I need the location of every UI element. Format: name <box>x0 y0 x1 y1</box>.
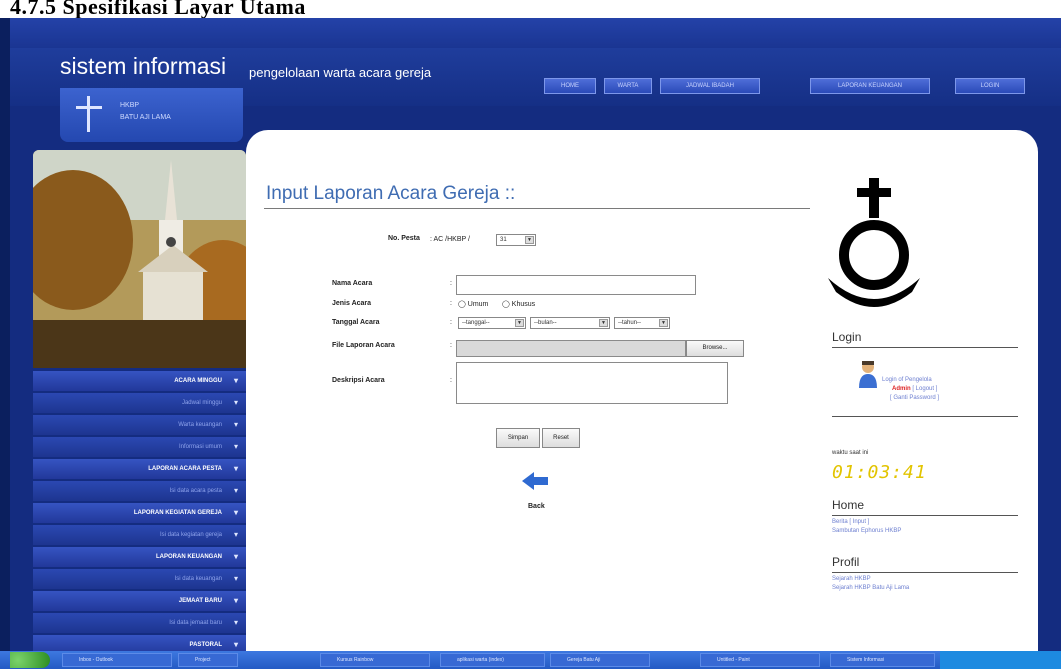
chevron-down-icon: ▾ <box>233 486 238 495</box>
back-arrow-icon[interactable] <box>522 472 550 490</box>
waktu-label: waktu saat ini <box>832 450 869 456</box>
chevron-down-icon: ▾ <box>233 530 238 539</box>
chevron-down-icon: ▾ <box>233 442 238 451</box>
admin-label: Admin <box>892 386 911 392</box>
no-pesta-prefix: : AC /HKBP / <box>430 236 470 243</box>
logo-line-1: HKBP <box>120 102 140 109</box>
tanggal-year-select[interactable]: --tahun-- ▼ <box>614 317 670 329</box>
sejarah-batu-aji-link[interactable]: Sejarah HKBP Batu Aji Lama <box>832 585 909 591</box>
taskbar-item[interactable]: Gereja Batu Aji <box>550 653 650 667</box>
radio-khusus[interactable]: ◯ Khusus <box>502 300 535 308</box>
chevron-down-icon: ▾ <box>233 508 238 517</box>
user-avatar-icon <box>859 361 877 388</box>
chevron-down-icon: ▾ <box>233 618 238 627</box>
chevron-down-icon: ▾ <box>233 420 238 429</box>
nama-acara-label: Nama Acara <box>332 280 373 287</box>
nav-home[interactable]: HOME <box>544 78 596 94</box>
deskripsi-label: Deskripsi Acara <box>332 377 385 384</box>
nav-jadwal[interactable]: JADWAL IBADAH <box>660 78 760 94</box>
main-content: Input Laporan Acara Gereja :: No. Pesta … <box>246 130 1038 651</box>
login-title: Login <box>832 330 862 344</box>
no-pesta-label: No. Pesta <box>388 235 420 242</box>
logo-line-2: BATU AJI LAMA <box>120 114 171 121</box>
church-photo <box>33 150 246 368</box>
taskbar-item[interactable]: Inbox - Outlook <box>62 653 172 667</box>
svg-text:H K B P: H K B P <box>861 291 887 298</box>
berita-link[interactable]: Berita [ Input ] <box>832 519 869 525</box>
taskbar-item[interactable]: Sistem Informasi <box>830 653 935 667</box>
nav-keuangan[interactable]: LAPORAN KEUANGAN <box>810 78 930 94</box>
logout-link[interactable]: [ Logout ] <box>912 386 937 392</box>
document-caption: 4.7.5 Spesifikasi Layar Utama <box>0 0 1061 20</box>
sidebar-item-laporan-pesta[interactable]: LAPORAN ACARA PESTA ▾ <box>33 459 246 479</box>
top-bar <box>10 18 1061 48</box>
tanggal-month-select[interactable]: --bulan-- ▼ <box>530 317 610 329</box>
jenis-acara-label: Jenis Acara <box>332 300 372 307</box>
home-title: Home <box>832 498 865 512</box>
chevron-down-icon: ▼ <box>599 319 608 327</box>
nav-warta[interactable]: WARTA <box>604 78 652 94</box>
back-label[interactable]: Back <box>528 503 545 510</box>
system-tray <box>940 651 1061 669</box>
profil-title: Profil <box>832 555 860 569</box>
taskbar-item[interactable]: Untitled - Paint <box>700 653 820 667</box>
start-button[interactable] <box>10 652 50 668</box>
chevron-down-icon: ▼ <box>515 319 524 327</box>
sidebar-item-informasi-umum[interactable]: Informasi umum ▾ <box>33 437 246 457</box>
tanggal-acara-label: Tanggal Acara <box>332 319 380 326</box>
reset-button[interactable]: Reset <box>542 428 580 448</box>
sambutan-link[interactable]: Sambutan Ephorus HKBP <box>832 528 901 534</box>
sidebar-item-warta-keuangan[interactable]: Warta keuangan ▾ <box>33 415 246 435</box>
sidebar-item-jadwal-minggu[interactable]: Jadwal minggu ▾ <box>33 393 246 413</box>
no-pesta-select[interactable]: 31 ▼ <box>496 234 536 246</box>
chevron-down-icon: ▾ <box>233 376 238 385</box>
cross-icon <box>76 96 102 132</box>
chevron-down-icon: ▾ <box>233 552 238 561</box>
nama-colon: : <box>450 280 452 287</box>
tanggal-colon: : <box>450 319 452 326</box>
sidebar-item-isi-keuangan[interactable]: Isi data keuangan ▾ <box>33 569 246 589</box>
taskbar-item[interactable]: Project <box>178 653 238 667</box>
sidebar-item-isi-jemaat[interactable]: Isi data jemaat baru ▾ <box>33 613 246 633</box>
site-logo: HKBP BATU AJI LAMA <box>60 88 243 142</box>
nav-login[interactable]: LOGIN <box>955 78 1025 94</box>
simpan-button[interactable]: Simpan <box>496 428 540 448</box>
title-divider <box>264 208 810 209</box>
deskripsi-textarea[interactable] <box>456 362 728 404</box>
chevron-down-icon: ▾ <box>233 596 238 605</box>
login-user-text: Login of Pengelola <box>882 377 932 383</box>
windows-taskbar: Inbox - Outlook Project Kursus Rainbow a… <box>0 651 1061 669</box>
chevron-down-icon: ▾ <box>233 464 238 473</box>
file-path-input[interactable] <box>456 340 686 357</box>
file-laporan-label: File Laporan Acara <box>332 342 395 349</box>
page-title: Input Laporan Acara Gereja :: <box>266 183 516 204</box>
brand-title: sistem informasi <box>60 53 227 79</box>
ganti-password-link[interactable]: [ Ganti Password ] <box>890 395 939 401</box>
sidebar-item-isi-acara-pesta[interactable]: Isi data acara pesta ▾ <box>33 481 246 501</box>
file-colon: : <box>450 342 452 349</box>
side-menu: ACARA MINGGU ▾ Jadwal minggu ▾ Warta keuan… <box>33 371 246 657</box>
sidebar-item-jemaat-baru[interactable]: JEMAAT BARU ▾ <box>33 591 246 611</box>
sidebar-item-laporan-keuangan[interactable]: LAPORAN KEUANGAN ▾ <box>33 547 246 567</box>
brand-subtitle: pengelolaan warta acara gereja <box>249 65 432 80</box>
sidebar-item-acara-minggu[interactable]: ACARA MINGGU ▾ <box>33 371 246 391</box>
nama-acara-input[interactable] <box>456 275 696 295</box>
deskripsi-colon: : <box>450 377 452 384</box>
chevron-down-icon: ▼ <box>659 319 668 327</box>
radio-umum[interactable]: ◯ Umum <box>458 300 488 308</box>
taskbar-item[interactable]: Kursus Rainbow <box>320 653 430 667</box>
sidebar-item-laporan-kegiatan[interactable]: LAPORAN KEGIATAN GEREJA ▾ <box>33 503 246 523</box>
hkbp-emblem-icon: H K B P <box>828 178 920 307</box>
tanggal-day-select[interactable]: --tanggal-- ▼ <box>458 317 526 329</box>
sidebar-item-isi-kegiatan[interactable]: Isi data kegiatan gereja ▾ <box>33 525 246 545</box>
digital-clock: 01:03:41 <box>832 462 927 483</box>
chevron-down-icon: ▼ <box>525 236 534 244</box>
browse-button[interactable]: Browse... <box>686 340 744 357</box>
chevron-down-icon: ▾ <box>233 574 238 583</box>
taskbar-item[interactable]: aplikasi warta (index) <box>440 653 545 667</box>
sejarah-hkbp-link[interactable]: Sejarah HKBP <box>832 576 871 582</box>
jenis-colon: : <box>450 300 452 307</box>
chevron-down-icon: ▾ <box>233 398 238 407</box>
